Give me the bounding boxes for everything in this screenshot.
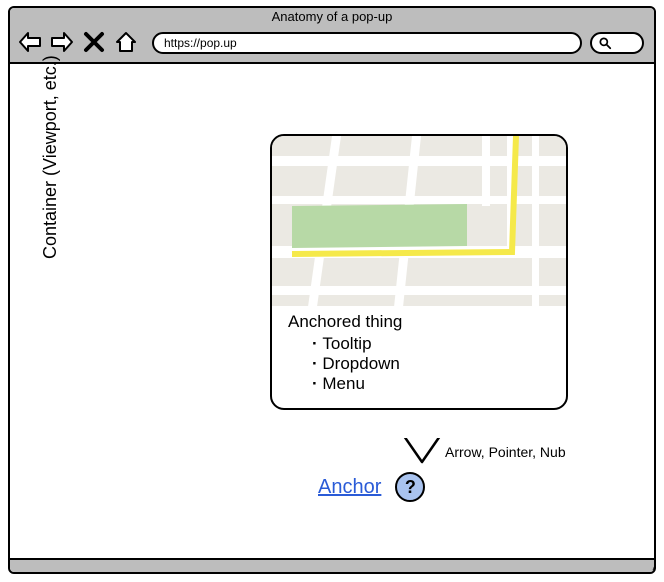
popup-title: Anchored thing: [288, 312, 558, 332]
list-item: Tooltip: [312, 334, 558, 354]
search-button[interactable]: [590, 32, 644, 54]
anchor-link[interactable]: Anchor: [318, 476, 381, 499]
popup-card: Anchored thing Tooltip Dropdown Menu: [270, 134, 568, 410]
home-icon[interactable]: [114, 30, 138, 54]
anchor-row: Anchor ?: [318, 472, 425, 502]
search-icon: [598, 36, 612, 50]
status-bar: [10, 558, 654, 572]
close-icon[interactable]: [82, 30, 106, 54]
titlebar: Anatomy of a pop-up https://pop.up: [10, 8, 654, 64]
resize-handle-icon[interactable]: //: [653, 557, 656, 574]
browser-window: Anatomy of a pop-up https://pop.up: [8, 6, 656, 574]
window-title: Anatomy of a pop-up: [10, 9, 654, 24]
help-icon: ?: [405, 477, 416, 498]
help-button[interactable]: ?: [395, 472, 425, 502]
forward-icon[interactable]: [50, 30, 74, 54]
back-icon[interactable]: [18, 30, 42, 54]
popup-list: Tooltip Dropdown Menu: [288, 334, 558, 394]
container-label: Container (Viewport, etc.): [40, 55, 61, 259]
map-image: [272, 136, 566, 306]
list-item: Dropdown: [312, 354, 558, 374]
arrow-label: Arrow, Pointer, Nub: [445, 444, 566, 460]
popup-body: Anchored thing Tooltip Dropdown Menu: [272, 306, 566, 408]
url-input[interactable]: https://pop.up: [152, 32, 582, 54]
nav-controls: [18, 30, 138, 54]
url-text: https://pop.up: [164, 34, 237, 52]
content-area: Container (Viewport, etc.): [10, 64, 654, 558]
list-item: Menu: [312, 374, 558, 394]
